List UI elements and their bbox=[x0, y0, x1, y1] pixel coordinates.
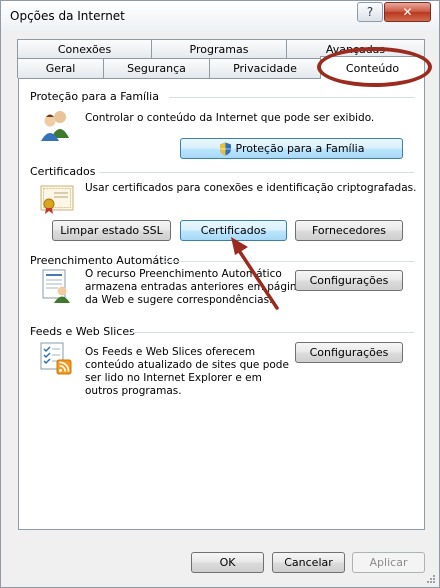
tab-label: Privacidade bbox=[233, 62, 297, 75]
family-description: Controlar o conteúdo da Internet que pod… bbox=[85, 112, 375, 124]
tab-label: Conteúdo bbox=[345, 61, 400, 75]
feeds-line2: conteúdo atualizado de sites que pode bbox=[85, 359, 289, 371]
certificates-description: Usar certificados para conexões e identi… bbox=[85, 182, 417, 194]
family-users-icon bbox=[41, 111, 69, 141]
internet-options-window: Opções da Internet ? ✕ Conexões Programa… bbox=[0, 0, 440, 588]
settings-label: Configurações bbox=[309, 274, 389, 287]
rss-feed-icon bbox=[40, 342, 72, 375]
family-section-title: Proteção para a Família bbox=[30, 90, 159, 103]
settings-label: Configurações bbox=[309, 346, 389, 359]
section-divider bbox=[169, 97, 414, 98]
feeds-line4: outros programas. bbox=[85, 385, 182, 397]
family-safety-button[interactable]: Proteção para a Família bbox=[180, 138, 403, 159]
tab-label: Conexões bbox=[57, 43, 112, 56]
feeds-line1: Os Feeds e Web Slices oferecem bbox=[85, 346, 256, 358]
feeds-line3: ser lido no Internet Explorer e em bbox=[85, 372, 262, 384]
window-title: Opções da Internet bbox=[10, 9, 125, 23]
certificates-section-title: Certificados bbox=[30, 165, 96, 178]
ok-label: OK bbox=[219, 556, 236, 569]
feeds-section-title: Feeds e Web Slices bbox=[30, 325, 135, 338]
help-button[interactable]: ? bbox=[357, 2, 383, 22]
tab-label: Geral bbox=[45, 62, 76, 75]
resize-grip-icon[interactable] bbox=[426, 574, 436, 584]
close-icon: ✕ bbox=[402, 5, 413, 19]
autocomplete-section-title: Preenchimento Automático bbox=[30, 254, 180, 267]
publishers-button[interactable]: Fornecedores bbox=[295, 220, 403, 241]
tab-geral[interactable]: Geral bbox=[17, 58, 104, 78]
tab-seguranca[interactable]: Segurança bbox=[103, 58, 210, 78]
annotation-arrow bbox=[231, 237, 279, 310]
feeds-settings-button[interactable]: Configurações bbox=[295, 342, 403, 363]
cancel-button[interactable]: Cancelar bbox=[272, 552, 345, 573]
close-button[interactable]: ✕ bbox=[384, 2, 431, 22]
tab-privacidade[interactable]: Privacidade bbox=[209, 58, 321, 78]
clear-ssl-button[interactable]: Limpar estado SSL bbox=[52, 220, 171, 241]
autocomplete-settings-button[interactable]: Configurações bbox=[295, 270, 403, 291]
tab-conexoes[interactable]: Conexões bbox=[17, 39, 152, 59]
certificate-icon bbox=[40, 185, 74, 214]
shield-icon bbox=[219, 142, 231, 155]
clear-ssl-label: Limpar estado SSL bbox=[60, 224, 163, 237]
tab-programas[interactable]: Programas bbox=[151, 39, 287, 59]
help-icon: ? bbox=[366, 5, 374, 19]
tab-label: Segurança bbox=[127, 62, 186, 75]
publishers-label: Fornecedores bbox=[311, 224, 387, 237]
tab-conteudo[interactable]: Conteúdo bbox=[320, 56, 425, 79]
family-button-label: Proteção para a Família bbox=[235, 142, 365, 155]
cancel-label: Cancelar bbox=[284, 556, 333, 569]
autocomplete-form-icon bbox=[42, 269, 70, 303]
section-divider bbox=[163, 261, 414, 262]
section-divider bbox=[99, 172, 414, 173]
section-divider bbox=[131, 332, 414, 333]
apply-label: Aplicar bbox=[369, 556, 408, 569]
title-bar[interactable]: Opções da Internet ? ✕ bbox=[1, 1, 439, 31]
ok-button[interactable]: OK bbox=[191, 552, 264, 573]
tab-label: Programas bbox=[189, 43, 249, 56]
apply-button[interactable]: Aplicar bbox=[352, 552, 425, 573]
content-tab-panel: Proteção para a Família Controlar o cont… bbox=[18, 78, 425, 530]
tab-label: Avançadas bbox=[325, 43, 386, 56]
